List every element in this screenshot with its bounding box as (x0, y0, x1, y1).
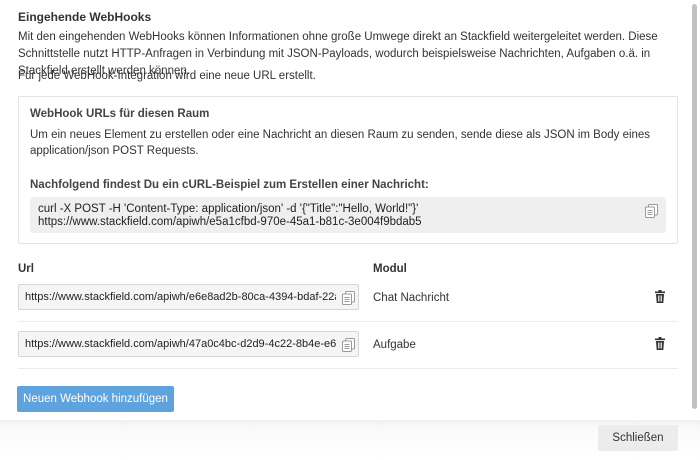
webhook-modul: Aufgabe (373, 339, 416, 351)
webhook-row: Aufgabe (18, 323, 678, 369)
curl-example-heading: Nachfolgend findest Du ein cURL-Beispiel… (30, 179, 429, 191)
trash-icon[interactable] (655, 337, 665, 350)
curl-code-line-2: https://www.stackfield.com/apiwh/e5a1cfb… (38, 216, 422, 228)
trash-icon[interactable] (655, 290, 665, 303)
copy-icon[interactable] (645, 204, 658, 218)
webhooks-panel: Eingehende WebHooks Mit den eingehenden … (0, 0, 688, 420)
copy-icon[interactable] (342, 338, 355, 352)
info-box-description: Um ein neues Element zu erstellen oder e… (30, 129, 651, 157)
scrollbar-thumb[interactable] (692, 4, 697, 409)
intro-note: Für jede WebHook-Integration wird eine n… (18, 70, 316, 82)
close-button[interactable]: Schließen (598, 425, 678, 451)
webhook-modul: Chat Nachricht (373, 292, 450, 304)
curl-example-code: curl -X POST -H 'Content-Type: applicati… (30, 197, 666, 233)
page-title: Eingehende WebHooks (18, 10, 152, 24)
column-header-modul: Modul (373, 263, 407, 275)
webhook-url-field[interactable] (18, 284, 359, 310)
curl-code-line-1: curl -X POST -H 'Content-Type: applicati… (38, 203, 419, 215)
vertical-scrollbar[interactable] (690, 0, 700, 420)
dialog-footer (0, 420, 700, 460)
add-webhook-button[interactable]: Neuen Webhook hinzufügen (17, 386, 174, 412)
column-header-url: Url (18, 263, 34, 275)
webhook-url-field[interactable] (18, 331, 359, 357)
info-box-title: WebHook URLs für diesen Raum (30, 108, 210, 120)
webhook-info-box: WebHook URLs für diesen Raum Um ein neue… (18, 96, 678, 244)
copy-icon[interactable] (342, 291, 355, 305)
webhook-row: Chat Nachricht (18, 276, 678, 322)
